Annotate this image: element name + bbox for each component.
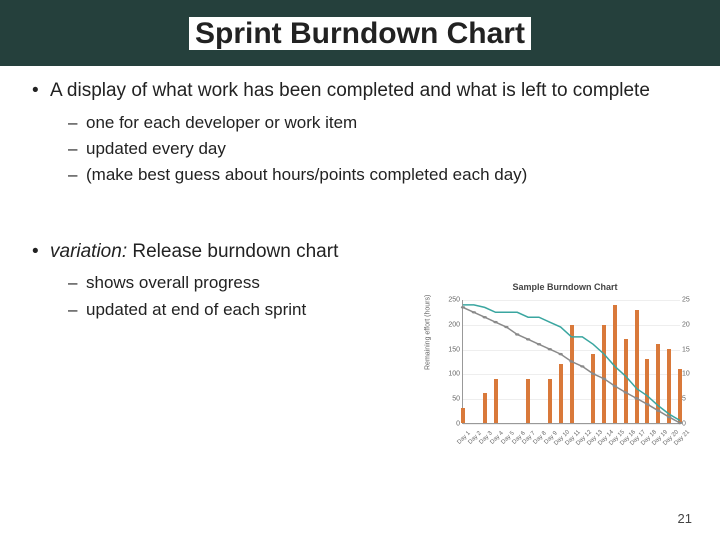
chart-inner: Remaining effort (hours) 050100150200250… [432,294,698,446]
bullet-2-prefix: variation: [50,241,127,262]
chart-ytick-right: 15 [682,346,696,353]
chart-ytick-left: 200 [442,321,460,328]
chart-ylabel-left: Remaining effort (hours) [425,295,432,370]
chart-ytick-left: 0 [442,421,460,428]
burndown-chart: Sample Burndown Chart Remaining effort (… [432,282,698,452]
chart-plot-area [462,300,680,424]
chart-ytick-right: 25 [682,297,696,304]
chart-ytick-left: 150 [442,346,460,353]
slide: Sprint Burndown Chart A display of what … [0,0,720,540]
sub1-item: updated every day [68,136,696,162]
chart-series-line [463,307,680,423]
chart-lines [463,300,680,423]
chart-ytick-left: 50 [442,396,460,403]
chart-ytick-right: 20 [682,321,696,328]
chart-ytick-right: 5 [682,396,696,403]
spacer [32,193,696,239]
slide-title: Sprint Burndown Chart [189,17,531,50]
sub1-item: one for each developer or work item [68,110,696,136]
chart-ytick-right: 10 [682,371,696,378]
chart-ytick-right: 0 [682,421,696,428]
bullet-1-text: A display of what work has been complete… [50,80,650,101]
sub1-item: (make best guess about hours/points comp… [68,162,696,188]
sub-list-1: one for each developer or work item upda… [50,110,696,189]
chart-ytick-left: 100 [442,371,460,378]
chart-ytick-left: 250 [442,297,460,304]
bullet-1: A display of what work has been complete… [32,78,696,189]
bullet-list-1: A display of what work has been complete… [32,78,696,189]
page-number: 21 [678,511,692,526]
bullet-2-rest: Release burndown chart [127,241,338,262]
title-band: Sprint Burndown Chart [0,0,720,66]
chart-title: Sample Burndown Chart [432,282,698,292]
